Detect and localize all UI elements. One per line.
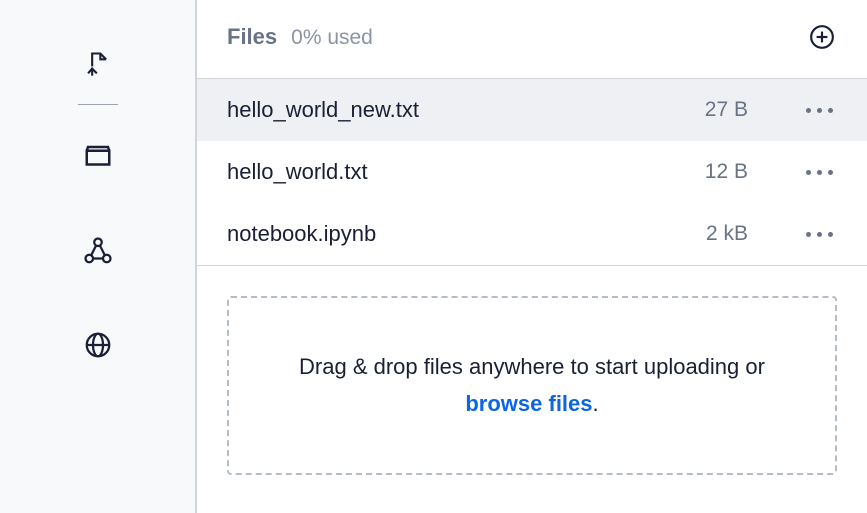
more-icon [806, 108, 833, 113]
sidebar-item-files[interactable] [76, 135, 120, 179]
file-row[interactable]: hello_world.txt 12 B [197, 141, 867, 203]
sidebar-divider [78, 104, 118, 105]
dropzone-container: Drag & drop files anywhere to start uplo… [197, 266, 867, 495]
file-more-button[interactable] [802, 104, 837, 117]
add-file-button[interactable] [807, 22, 837, 52]
file-row[interactable]: hello_world_new.txt 27 B [197, 79, 867, 141]
share-icon [83, 236, 113, 266]
file-list: hello_world_new.txt 27 B hello_world.txt… [197, 79, 867, 266]
sidebar-item-globe[interactable] [76, 323, 120, 367]
header-left: Files 0% used [227, 24, 373, 50]
files-title: Files [227, 24, 277, 50]
sidebar-item-share[interactable] [76, 229, 120, 273]
file-name: hello_world_new.txt [227, 97, 705, 123]
file-size: 12 B [705, 160, 748, 184]
dropzone-text: Drag & drop files anywhere to start uplo… [269, 348, 795, 423]
file-name: hello_world.txt [227, 159, 705, 185]
main-panel: Files 0% used hello_world_new.txt 27 B [197, 0, 867, 513]
dropzone-suffix: . [593, 391, 599, 416]
folder-icon [83, 142, 113, 172]
more-icon [806, 232, 833, 237]
dropzone-prefix: Drag & drop files anywhere to start uplo… [299, 354, 765, 379]
upload-file-icon [84, 50, 112, 78]
files-usage: 0% used [291, 26, 373, 50]
browse-files-link[interactable]: browse files [465, 391, 592, 416]
file-row[interactable]: notebook.ipynb 2 kB [197, 203, 867, 265]
globe-icon [83, 330, 113, 360]
file-size: 27 B [705, 98, 748, 122]
file-more-button[interactable] [802, 166, 837, 179]
sidebar-item-upload[interactable] [76, 42, 120, 86]
sidebar [0, 0, 197, 513]
file-size: 2 kB [706, 222, 748, 246]
dropzone[interactable]: Drag & drop files anywhere to start uplo… [227, 296, 837, 475]
plus-circle-icon [809, 24, 835, 50]
file-more-button[interactable] [802, 228, 837, 241]
more-icon [806, 170, 833, 175]
files-header: Files 0% used [197, 0, 867, 79]
file-name: notebook.ipynb [227, 221, 706, 247]
